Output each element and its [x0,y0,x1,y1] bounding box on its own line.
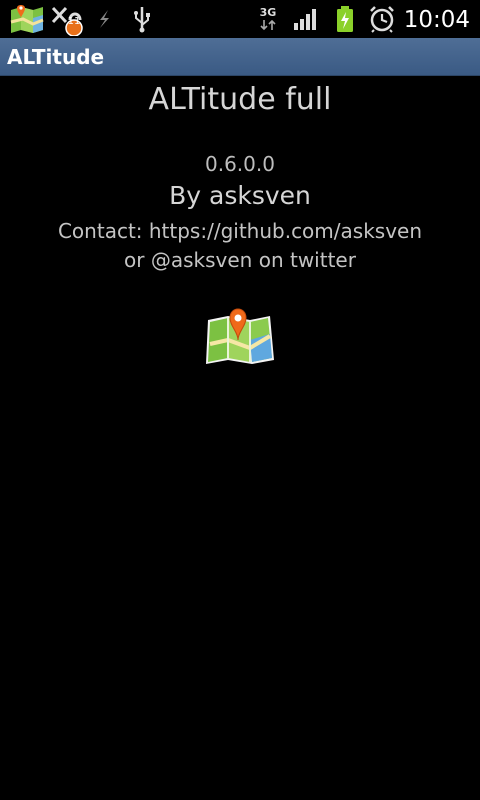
contact-line: Contact: https://github.com/asksven [57,219,423,243]
status-bar: 11 3G 10:04 [0,0,480,38]
title-bar: ALTitude [0,38,480,76]
usb-icon[interactable] [128,0,156,38]
window-title: ALTitude [7,45,105,69]
app-name: ALTitude full [148,82,332,117]
maps-notification-icon[interactable] [8,0,46,38]
contact-line-twitter: or @asksven on twitter [124,248,356,272]
signal-icon [290,0,322,38]
notification-badge: 11 [67,16,81,27]
app-version: 0.6.0.0 [205,152,275,176]
app-author: By asksven [169,181,311,210]
map-pin-icon [204,306,276,370]
clock-time: 10:04 [403,7,470,33]
usb-debug-icon[interactable] [90,0,118,38]
alarm-icon [366,0,398,38]
network-type-icon: 3G [254,0,282,38]
missed-call-icon[interactable]: 11 [48,0,86,38]
about-panel: ALTitude full 0.6.0.0 By asksven Contact… [0,76,480,800]
battery-charging-icon [332,0,358,38]
network-type-label: 3G [259,6,277,19]
